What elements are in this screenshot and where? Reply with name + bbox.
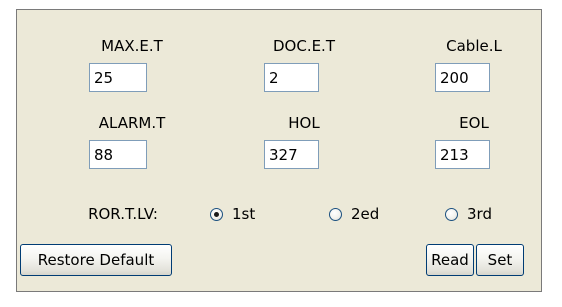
radio-selected-dot: [214, 211, 219, 217]
eol-field[interactable]: [435, 140, 490, 169]
doc-et-field[interactable]: [264, 63, 319, 92]
alarm-t-field[interactable]: [89, 140, 147, 169]
cable-l-label: Cable.L: [446, 37, 502, 55]
doc-et-label: DOC.E.T: [272, 37, 335, 55]
radio-1st[interactable]: 1st: [210, 205, 255, 223]
radio-2ed-circle[interactable]: [329, 207, 342, 221]
radio-3rd[interactable]: 3rd: [445, 205, 492, 223]
cable-l-field[interactable]: [435, 63, 490, 92]
radio-2ed[interactable]: 2ed: [329, 205, 379, 223]
max-et-field[interactable]: [89, 63, 147, 92]
radio-1st-label: 1st: [232, 205, 256, 223]
read-button[interactable]: Read: [426, 244, 474, 276]
settings-panel: MAX.E.T DOC.E.T Cable.L ALARM.T HOL EOL …: [16, 9, 542, 292]
hol-field[interactable]: [264, 140, 319, 169]
alarm-t-label: ALARM.T: [98, 114, 166, 132]
radio-2ed-label: 2ed: [351, 205, 380, 223]
radio-3rd-label: 3rd: [467, 205, 492, 223]
ror-t-lv-label: ROR.T.LV:: [88, 205, 158, 223]
radio-3rd-circle[interactable]: [445, 207, 458, 221]
restore-default-button[interactable]: Restore Default: [20, 244, 172, 276]
eol-label: EOL: [459, 114, 489, 132]
hol-label: HOL: [288, 114, 320, 132]
max-et-label: MAX.E.T: [101, 37, 163, 55]
radio-1st-circle[interactable]: [210, 207, 223, 221]
set-button[interactable]: Set: [476, 244, 524, 276]
